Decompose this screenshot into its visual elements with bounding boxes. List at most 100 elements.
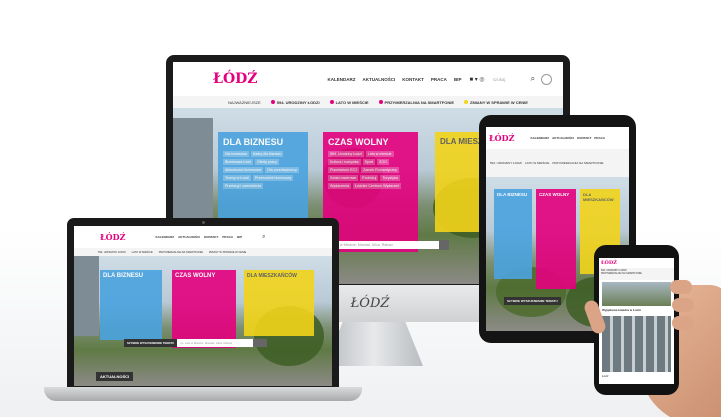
highlight-item[interactable]: PRZYMIERZALNIA NA SMARTFONIE	[159, 251, 203, 254]
search-input[interactable]: szukaj	[493, 77, 527, 82]
link[interactable]: Dla przedsiębiorcy	[265, 167, 299, 173]
highlight-item[interactable]: 594. URODZINY ŁODZI	[98, 251, 126, 254]
nav-aktualnosci[interactable]: AKTUALNOŚCI	[363, 77, 396, 82]
panel-title: DLA MIESZKAŃCÓW	[247, 273, 297, 279]
highlight-item[interactable]: LATO W MIEŚCIE	[132, 251, 153, 254]
tablet-highlights: 594. URODZINY ŁODZI LATO W MIEŚCIE PRZYM…	[486, 149, 629, 177]
link[interactable]: Planetarium EC1	[328, 167, 360, 173]
nav-item[interactable]: KALENDARZ	[530, 136, 549, 140]
monitor-stand	[325, 322, 423, 366]
nav-bip[interactable]: BIP	[454, 77, 462, 82]
panel-title: DLA BIZNESU	[223, 137, 284, 147]
nav-item[interactable]: AKTUALNOŚCI	[178, 235, 200, 239]
main-nav: KALENDARZ AKTUALNOŚCI KONTAKT PRACA BIP	[328, 77, 462, 82]
panel-links: 594. Urodziny Łodzi Lato w mieście Kultu…	[328, 151, 413, 189]
phone-article-image[interactable]	[602, 282, 671, 306]
phone-highlights: 594. URODZINY ŁODZI PRZYMIERZALNIA NA SM…	[599, 268, 674, 280]
highlight-item[interactable]: ZMIANY W SPRAWIE W CENIE	[464, 100, 528, 105]
panel-title: DLA BIZNESU	[103, 273, 144, 279]
link[interactable]: Zamek Romantyczny	[361, 167, 399, 173]
highlight-item[interactable]: ZMIANY W SPRAWIE W CENIE	[209, 251, 246, 254]
laptop-logo[interactable]: ŁÓDŹ	[100, 232, 125, 242]
laptop-panel-czas[interactable]: CZAS WOLNY	[172, 270, 236, 348]
highlight-item[interactable]: PRZYMIERZALNIA NA SMARTFONIE	[378, 100, 454, 105]
nav-kalendarz[interactable]: KALENDARZ	[328, 77, 356, 82]
quick-search-input[interactable]: np. Lato w Mieście, Mandat, Ulica, Ratus…	[177, 339, 254, 347]
laptop-screen: ŁÓDŹ KALENDARZ AKTUALNOŚCI KONTAKT PRACA…	[74, 226, 332, 386]
tablet-search-label: SZYBKIE WYSZUKIWANIE TEMATU	[504, 297, 561, 305]
highlights-label: NAJWAŻNIEJSZE	[228, 99, 261, 105]
highlight-item[interactable]: LATO W MIEŚCIE	[525, 161, 549, 165]
phone-footer-text: Łódź	[602, 374, 609, 378]
nav-item[interactable]: KONTAKT	[577, 136, 591, 140]
link[interactable]: Łódzkie Centrum Wydarzeń	[352, 183, 402, 189]
laptop-quick-search: SZYBKIE WYSZUKIWANIE TEMATU np. Lato w M…	[124, 339, 268, 347]
device-showcase: ŁÓDŹ ŁÓDŹ KALENDARZ AKTUALNOŚCI KONTAKT …	[0, 0, 721, 417]
phone-screen: ŁÓDŹ 594. URODZINY ŁODZI PRZYMIERZALNIA …	[599, 258, 674, 384]
link[interactable]: Wydarzenia	[328, 183, 351, 189]
panel-title: CZAS WOLNY	[539, 192, 570, 197]
nav-kontakt[interactable]: KONTAKT	[402, 77, 424, 82]
finger	[672, 316, 694, 330]
tablet-logo[interactable]: ŁÓDŹ	[489, 133, 514, 143]
link[interactable]: Dla inwestora	[223, 151, 249, 157]
news-label: AKTUALNOŚCI	[96, 372, 134, 381]
phone-article-caption[interactable]: Wyjątkowa katedra w Łodzi	[602, 308, 641, 312]
search-icon[interactable]: ⌕	[531, 74, 535, 84]
highlights-bar: NAJWAŻNIEJSZE 594. URODZINY ŁODZI LATO W…	[173, 96, 563, 108]
tablet-panel-biznes[interactable]: DLA BIZNESU	[494, 189, 532, 279]
nav-item[interactable]: PRACA	[222, 235, 233, 239]
quick-search-input[interactable]: np. Lato w Mieście, Mandat, Ulica, Ratus…	[323, 241, 439, 249]
quick-search-label: SZYBKIE WYSZUKIWANIE TEMATU	[124, 339, 178, 347]
nav-praca[interactable]: PRACA	[431, 77, 447, 82]
phone-gallery[interactable]	[602, 316, 671, 372]
phone-logo[interactable]: ŁÓDŹ	[601, 260, 617, 266]
link[interactable]: Biznesowa Łódź	[223, 159, 254, 165]
highlight-item[interactable]: 594. URODZINY ŁODZI	[270, 100, 320, 105]
quick-search-bar: np. Lato w Mieście, Mandat, Ulica, Ratus…	[323, 240, 449, 250]
site-logo[interactable]: ŁÓDŹ	[213, 71, 258, 87]
nav-item[interactable]: KALENDARZ	[155, 235, 174, 239]
nav-item[interactable]: KONTAKT	[204, 235, 218, 239]
phone-header: ŁÓDŹ	[599, 258, 674, 268]
highlight-item[interactable]: PRZYMIERZALNIA NA SMARTFONIE	[552, 161, 603, 165]
panel-title: DLA MIESZKAŃCÓW	[583, 192, 614, 202]
laptop-highlights: 594. URODZINY ŁODZI LATO W MIEŚCIE PRZYM…	[74, 248, 332, 256]
link[interactable]: Sport	[362, 159, 376, 165]
highlight-item[interactable]: 594. URODZINY ŁODZI	[490, 161, 522, 165]
link[interactable]: Szlaki rowerowe	[328, 175, 359, 181]
panel-title: CZAS WOLNY	[175, 273, 216, 279]
link[interactable]: ZOO	[377, 159, 389, 165]
finger	[670, 280, 692, 294]
quick-search-button[interactable]	[439, 240, 449, 250]
nav-item[interactable]: AKTUALNOŚCI	[552, 136, 574, 140]
laptop-base	[44, 387, 362, 401]
highlight-item[interactable]: LATO W MIEŚCIE	[329, 100, 369, 105]
link[interactable]: Przewodnik biznesowy	[252, 175, 294, 181]
link[interactable]: 594. Urodziny Łodzi	[328, 151, 364, 157]
link[interactable]: Lato w mieście	[365, 151, 394, 157]
tablet-nav: KALENDARZ AKTUALNOŚCI KONTAKT PRACA	[530, 136, 605, 140]
language-icon[interactable]	[541, 73, 553, 85]
link[interactable]: Tereny w Łodzi	[223, 175, 251, 181]
laptop-panel-mieszk[interactable]: DLA MIESZKAŃCÓW	[244, 270, 314, 336]
link[interactable]: Aktualności biznesowe	[223, 167, 264, 173]
quick-search-button[interactable]	[253, 339, 268, 347]
tablet-panel-czas[interactable]: CZAS WOLNY	[536, 189, 576, 289]
highlight-item[interactable]: PRZYMIERZALNIA NA SMARTFONIE	[601, 272, 642, 275]
nav-item[interactable]: PRACA	[594, 136, 605, 140]
laptop-panel-biznes[interactable]: DLA BIZNESU	[100, 270, 162, 340]
panel-links: Dla inwestora Kadry dla biznesu Biznesow…	[223, 151, 303, 189]
social-icons[interactable]: ■ ▾ ◎	[469, 76, 484, 83]
link[interactable]: Kadry dla biznesu	[250, 151, 284, 157]
site-header: ŁÓDŹ KALENDARZ AKTUALNOŚCI KONTAKT PRACA…	[173, 62, 563, 96]
panel-title: DLA BIZNESU	[497, 192, 528, 197]
link[interactable]: Podróżuj	[360, 175, 379, 181]
nav-item[interactable]: BIP	[237, 235, 242, 239]
link[interactable]: Kultura i rozrywka	[328, 159, 361, 165]
monitor-brand-logo: ŁÓDŹ	[350, 296, 390, 311]
search-icon[interactable]: ⌕	[262, 234, 265, 241]
link[interactable]: Przetargi i zamówienia	[223, 183, 264, 189]
link[interactable]: Oferty pracy	[255, 159, 279, 165]
link[interactable]: Turystyka	[380, 175, 400, 181]
